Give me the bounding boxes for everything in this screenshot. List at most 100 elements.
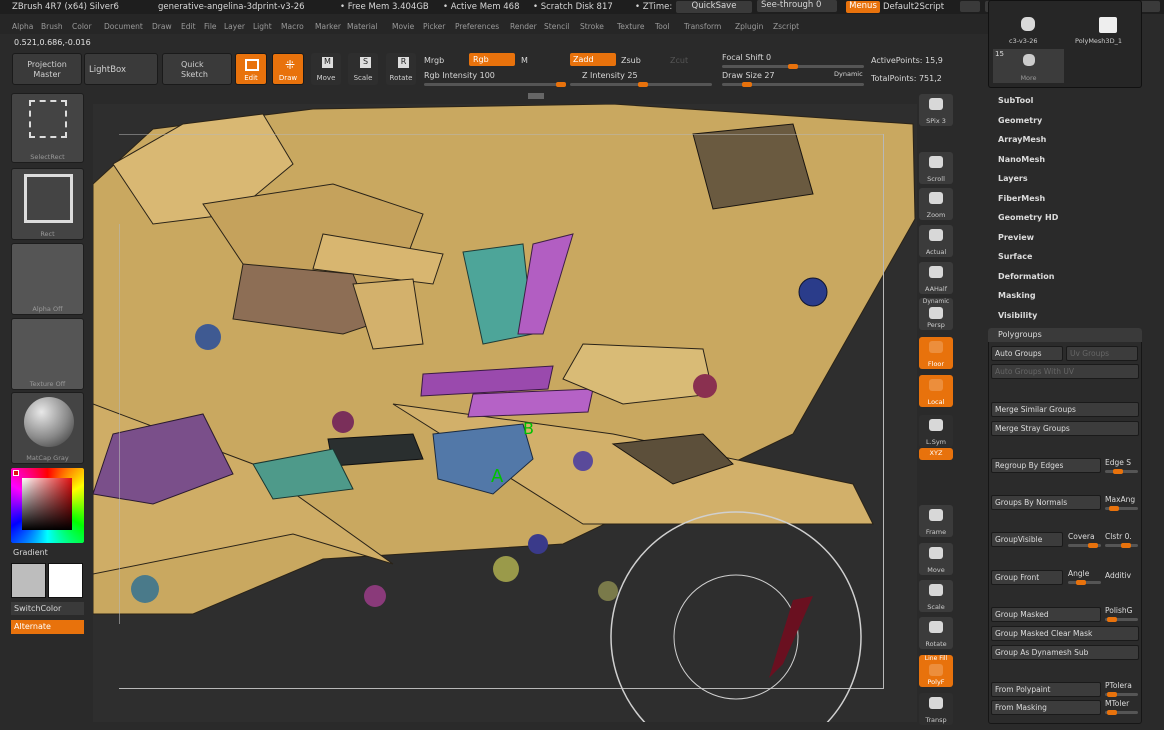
draw-button[interactable]: ⁜ Draw: [272, 53, 304, 85]
alternate-button[interactable]: Alternate: [11, 620, 84, 634]
menu-edit[interactable]: Edit: [181, 22, 196, 31]
max-angle-track[interactable]: [1105, 506, 1138, 511]
scroll-button[interactable]: Scroll: [919, 152, 953, 184]
zadd-button[interactable]: Zadd: [570, 53, 616, 66]
polish-groups-track[interactable]: [1105, 617, 1138, 622]
zoom-button[interactable]: Zoom: [919, 188, 953, 220]
switch-color-button[interactable]: SwitchColor: [11, 602, 84, 615]
subpalette-nanomesh[interactable]: NanoMesh: [998, 155, 1045, 164]
rotate-button[interactable]: R Rotate: [386, 53, 416, 85]
polypaint-tolerance-slider[interactable]: PTolera: [1105, 681, 1132, 690]
viewport-canvas[interactable]: A B: [93, 104, 917, 722]
material-selector[interactable]: MatCap Gray: [11, 392, 84, 464]
menu-layer[interactable]: Layer: [224, 22, 245, 31]
menu-zplugin[interactable]: Zplugin: [735, 22, 763, 31]
from-polypaint-button[interactable]: From Polypaint: [991, 682, 1101, 697]
zsub-button[interactable]: Zsub: [621, 56, 641, 65]
more-tools-button[interactable]: 15 More: [993, 49, 1064, 83]
rgb-button[interactable]: Rgb: [469, 53, 515, 66]
mrgb-button[interactable]: Mrgb: [424, 56, 444, 65]
from-masking-button[interactable]: From Masking: [991, 700, 1101, 715]
focal-shift-slider[interactable]: [722, 64, 864, 69]
max-angle-slider[interactable]: MaxAng: [1105, 495, 1135, 504]
menu-zscript[interactable]: Zscript: [773, 22, 799, 31]
edge-sensitivity-track[interactable]: [1105, 469, 1138, 474]
xyz-button[interactable]: XYZ: [919, 448, 953, 460]
group-visible-button[interactable]: GroupVisible: [991, 532, 1063, 547]
rgb-intensity-slider[interactable]: [424, 82, 566, 87]
group-masked-button[interactable]: Group Masked: [991, 607, 1101, 622]
tool-thumb-polymesh[interactable]: PolyMesh3D_1: [1069, 15, 1139, 45]
menu-movie[interactable]: Movie: [392, 22, 414, 31]
actual-button[interactable]: Actual: [919, 225, 953, 257]
texture-selector[interactable]: Texture Off: [11, 318, 84, 390]
auto-groups-uv-button[interactable]: Auto Groups With UV: [991, 364, 1139, 379]
select-rect-brush[interactable]: SelectRect: [11, 93, 84, 163]
local-button[interactable]: Local: [919, 375, 953, 407]
close-icon[interactable]: [1140, 1, 1160, 12]
move-view-button[interactable]: Move: [919, 543, 953, 575]
main-color[interactable]: [48, 563, 83, 598]
coverage-slider[interactable]: Covera: [1068, 532, 1095, 541]
angle-track[interactable]: [1068, 580, 1101, 585]
color-picker[interactable]: [11, 468, 84, 543]
subpalette-visibility[interactable]: Visibility: [998, 311, 1037, 320]
spix-button[interactable]: SPix 3: [919, 94, 953, 126]
subpalette-fibermesh[interactable]: FiberMesh: [998, 194, 1045, 203]
menu-document[interactable]: Document: [104, 22, 143, 31]
polygroups-header[interactable]: Polygroups: [988, 328, 1142, 342]
see-through-slider[interactable]: See-through 0: [757, 0, 837, 12]
menu-alpha[interactable]: Alpha: [12, 22, 33, 31]
subpalette-subtool[interactable]: SubTool: [998, 96, 1033, 105]
quicksave-button[interactable]: QuickSave: [676, 1, 752, 13]
cluster-slider[interactable]: Clstr 0.: [1105, 532, 1132, 541]
scale-button[interactable]: S Scale: [348, 53, 378, 85]
menu-render[interactable]: Render: [510, 22, 537, 31]
menus-button[interactable]: Menus: [846, 1, 880, 13]
alpha-selector[interactable]: Alpha Off: [11, 243, 84, 315]
polish-groups-slider[interactable]: PolishG: [1105, 606, 1132, 615]
regroup-by-edges-button[interactable]: Regroup By Edges: [991, 458, 1101, 473]
menu-picker[interactable]: Picker: [423, 22, 445, 31]
layout-icon[interactable]: [960, 1, 980, 12]
group-as-dynamesh-sub-button[interactable]: Group As Dynamesh Sub: [991, 645, 1139, 660]
menu-file[interactable]: File: [204, 22, 217, 31]
secondary-color[interactable]: [11, 563, 46, 598]
subpalette-geometry-hd[interactable]: Geometry HD: [998, 213, 1058, 222]
group-masked-clear-mask-button[interactable]: Group Masked Clear Mask: [991, 626, 1139, 641]
edge-sensitivity-slider[interactable]: Edge S: [1105, 458, 1131, 467]
frame-button[interactable]: Frame: [919, 505, 953, 537]
persp-button[interactable]: Dynamic Persp: [919, 298, 953, 330]
polyf-button[interactable]: Line Fill PolyF: [919, 655, 953, 687]
aahalf-button[interactable]: AAHalf: [919, 262, 953, 294]
menu-brush[interactable]: Brush: [41, 22, 63, 31]
uv-groups-button[interactable]: Uv Groups: [1066, 346, 1138, 361]
subpalette-masking[interactable]: Masking: [998, 291, 1036, 300]
subpalette-geometry[interactable]: Geometry: [998, 116, 1042, 125]
transp-button[interactable]: Transp: [919, 693, 953, 725]
merge-similar-groups-button[interactable]: Merge Similar Groups: [991, 402, 1139, 417]
m-button[interactable]: M: [521, 56, 528, 65]
subpalette-arraymesh[interactable]: ArrayMesh: [998, 135, 1046, 144]
groups-by-normals-button[interactable]: Groups By Normals: [991, 495, 1101, 510]
rect-stroke[interactable]: Rect: [11, 168, 84, 240]
dynamic-toggle[interactable]: Dynamic: [834, 70, 863, 78]
auto-groups-button[interactable]: Auto Groups: [991, 346, 1063, 361]
subpalette-deformation[interactable]: Deformation: [998, 272, 1054, 281]
menu-texture[interactable]: Texture: [617, 22, 644, 31]
polypaint-tolerance-track[interactable]: [1105, 692, 1138, 697]
quick-sketch-button[interactable]: Quick Sketch: [162, 53, 232, 85]
subpalette-surface[interactable]: Surface: [998, 252, 1032, 261]
viewport-top-handle[interactable]: [528, 93, 544, 99]
lightbox-button[interactable]: LightBox: [84, 53, 158, 85]
subpalette-preview[interactable]: Preview: [998, 233, 1034, 242]
group-front-button[interactable]: Group Front: [991, 570, 1063, 585]
additive-toggle[interactable]: Additiv: [1105, 571, 1131, 580]
move-button[interactable]: M Move: [311, 53, 341, 85]
z-intensity-slider[interactable]: [570, 82, 712, 87]
menu-preferences[interactable]: Preferences: [455, 22, 499, 31]
masking-tolerance-slider[interactable]: MToler: [1105, 699, 1129, 708]
menu-transform[interactable]: Transform: [684, 22, 721, 31]
menu-marker[interactable]: Marker: [315, 22, 341, 31]
rotate-view-button[interactable]: Rotate: [919, 617, 953, 649]
